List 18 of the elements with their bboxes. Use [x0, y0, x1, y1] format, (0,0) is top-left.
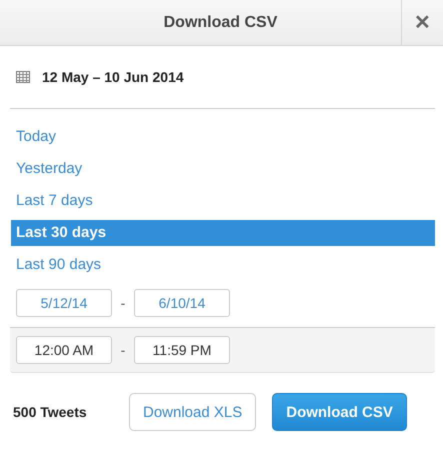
start-time-field[interactable]: 12:00 AM [16, 336, 112, 364]
preset-item[interactable]: Yesterday [11, 153, 435, 185]
end-date-field[interactable]: 6/10/14 [134, 289, 230, 317]
preset-item[interactable]: Last 30 days [11, 220, 435, 246]
calendar-icon [16, 71, 30, 83]
date-range-label: 12 May – 10 Jun 2014 [42, 69, 184, 85]
preset-item[interactable]: Last 90 days [11, 249, 435, 281]
preset-item[interactable]: Last 7 days [11, 185, 435, 217]
close-button[interactable]: ✕ [401, 0, 443, 45]
separator: - [120, 342, 126, 358]
window-title: Download CSV [162, 14, 278, 32]
tweet-count: 500 Tweets [13, 404, 88, 420]
download-button[interactable]: Download XLS [129, 393, 256, 431]
download-button[interactable]: Download CSV [272, 393, 407, 431]
preset-item[interactable]: Today [11, 121, 435, 153]
end-time-field[interactable]: 11:59 PM [134, 336, 230, 364]
start-date-field[interactable]: 5/12/14 [16, 289, 112, 317]
separator: - [120, 295, 126, 311]
